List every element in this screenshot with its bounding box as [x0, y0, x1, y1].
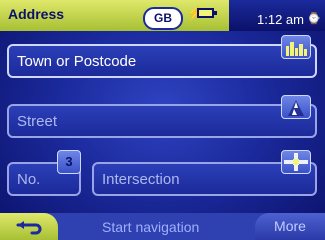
street-road-icon[interactable]: [281, 95, 311, 119]
town-postcode-label: Town or Postcode: [17, 52, 137, 70]
intersection-graphic: [284, 153, 308, 171]
city-skyline-icon[interactable]: [281, 35, 311, 59]
number-3-icon[interactable]: 3: [57, 150, 81, 174]
top-status-bar: Address GB ⚡ 1:12 am ⌚: [0, 0, 325, 31]
clock-icon: ⌚: [307, 13, 321, 25]
bottom-action-bar: Start navigation More: [0, 213, 325, 240]
address-screen: Address GB ⚡ 1:12 am ⌚ Town or Postcode …: [0, 0, 325, 240]
street-label: Street: [17, 112, 58, 130]
more-button[interactable]: More: [255, 213, 325, 240]
clock-time: 1:12 am: [257, 12, 304, 27]
battery-icon: [197, 8, 217, 18]
town-postcode-field[interactable]: Town or Postcode: [7, 44, 317, 78]
start-navigation-button[interactable]: Start navigation: [102, 219, 199, 235]
page-title: Address: [8, 6, 65, 22]
street-field[interactable]: Street: [7, 104, 317, 138]
country-badge[interactable]: GB: [143, 7, 183, 30]
back-button[interactable]: [0, 213, 58, 240]
city-skyline-graphic: [286, 42, 307, 56]
house-number-label: No.: [17, 170, 41, 188]
intersection-icon[interactable]: [281, 150, 311, 174]
intersection-label: Intersection: [102, 170, 180, 188]
number-3-glyph: 3: [65, 154, 73, 169]
street-road-graphic: [288, 100, 304, 116]
back-arrow-icon: [16, 221, 42, 235]
